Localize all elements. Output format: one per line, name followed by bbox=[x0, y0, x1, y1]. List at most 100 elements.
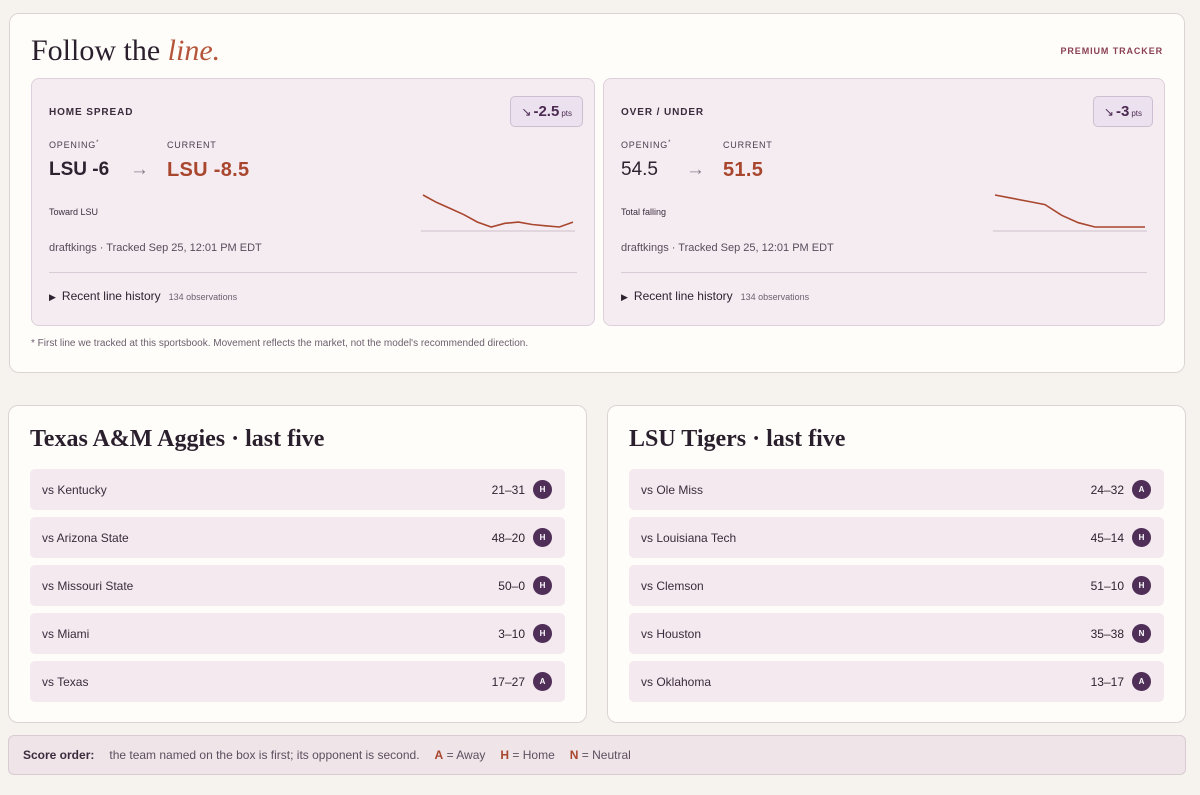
divider bbox=[621, 272, 1147, 273]
legend-neutral-key: N bbox=[569, 748, 579, 762]
game-list: vs Ole Miss 24–32 Avs Louisiana Tech 45–14 H… bbox=[629, 469, 1164, 709]
movement-badge: ↘ -2.5 pts bbox=[510, 96, 583, 127]
title-accent: line. bbox=[167, 34, 221, 67]
game-list: vs Kentucky 21–31 Hvs Arizona State 48–20 Hv… bbox=[30, 469, 565, 709]
game-score: 3–10 bbox=[498, 626, 525, 641]
history-label: Recent line history bbox=[633, 289, 733, 303]
game-row: vs Texas 17–27 A bbox=[30, 661, 565, 702]
arrow-right-icon: → bbox=[130, 159, 149, 180]
history-count: 134 observations bbox=[740, 292, 810, 302]
game-row: vs Clemson 51–10 H bbox=[629, 565, 1164, 606]
opponent-name: vs Miami bbox=[42, 626, 90, 641]
opponent-name: vs Arizona State bbox=[42, 530, 129, 545]
movement-unit: pts bbox=[561, 108, 572, 118]
location-badge: A bbox=[1132, 672, 1151, 691]
opponent-name: vs Oklahoma bbox=[641, 674, 712, 689]
team-last-five-card: LSU Tigers · last five vs Ole Miss 24–32 A… bbox=[607, 405, 1186, 723]
game-row: vs Miami 3–10 H bbox=[30, 613, 565, 654]
home-spread-panel: HOME SPREAD ↘ -2.5 pts OPENING* CURRENT … bbox=[31, 78, 595, 326]
movement-badge: ↘ -3 pts bbox=[1092, 96, 1153, 127]
opening-value: LSU -6 bbox=[49, 159, 110, 180]
movement-value: -3 bbox=[1115, 103, 1130, 120]
game-row: vs Missouri State 50–0 H bbox=[30, 565, 565, 606]
line-history-toggle[interactable]: ▶ Recent line history 134 observations bbox=[621, 289, 809, 303]
arrow-right-icon: → bbox=[686, 159, 705, 180]
location-badge: H bbox=[533, 480, 552, 499]
opening-label: OPENING* bbox=[49, 140, 100, 150]
game-row: vs Houston 35–38 N bbox=[629, 613, 1164, 654]
trend-down-icon: ↘ bbox=[1103, 104, 1114, 119]
opponent-name: vs Houston bbox=[641, 626, 702, 641]
opponent-name: vs Kentucky bbox=[42, 482, 107, 497]
premium-tracker-badge: PREMIUM TRACKER bbox=[1060, 46, 1163, 56]
opponent-name: vs Louisiana Tech bbox=[641, 530, 737, 545]
movement-value: -2.5 bbox=[533, 103, 560, 120]
tracked-info: draftkings · Tracked Sep 25, 12:01 PM ED… bbox=[49, 242, 262, 254]
game-score: 17–27 bbox=[491, 674, 525, 689]
line-history-toggle[interactable]: ▶ Recent line history 134 observations bbox=[49, 289, 237, 303]
current-value: LSU -8.5 bbox=[167, 159, 250, 181]
location-badge: A bbox=[1132, 480, 1151, 499]
opponent-name: vs Clemson bbox=[641, 578, 704, 593]
sparkline-series bbox=[422, 194, 574, 228]
game-score: 21–31 bbox=[491, 482, 525, 497]
team-title: Texas A&M Aggies · last five bbox=[30, 426, 325, 452]
current-label: CURRENT bbox=[723, 140, 773, 150]
game-score: 24–32 bbox=[1090, 482, 1124, 497]
disclosure-triangle-icon: ▶ bbox=[49, 292, 56, 302]
game-score: 45–14 bbox=[1090, 530, 1124, 545]
divider bbox=[49, 272, 577, 273]
current-label: CURRENT bbox=[167, 140, 217, 150]
opening-value: 54.5 bbox=[621, 159, 658, 180]
location-badge: N bbox=[1132, 624, 1151, 643]
current-value: 51.5 bbox=[723, 159, 764, 181]
location-badge: H bbox=[1132, 528, 1151, 547]
legend-text: the team named on the box is first; its … bbox=[109, 748, 420, 762]
over-under-panel: OVER / UNDER ↘ -3 pts OPENING* CURRENT 5… bbox=[603, 78, 1165, 326]
movement-unit: pts bbox=[1131, 108, 1142, 118]
line-tracker-card: Follow the line. PREMIUM TRACKER HOME SP… bbox=[9, 13, 1185, 373]
page-title: Follow the line. bbox=[31, 34, 220, 68]
game-score: 48–20 bbox=[491, 530, 525, 545]
team-last-five-card: Texas A&M Aggies · last five vs Kentucky… bbox=[8, 405, 587, 723]
game-row: vs Louisiana Tech 45–14 H bbox=[629, 517, 1164, 558]
location-badge: A bbox=[533, 672, 552, 691]
game-score: 51–10 bbox=[1090, 578, 1124, 593]
game-row: vs Ole Miss 24–32 A bbox=[629, 469, 1164, 510]
sparkline-series bbox=[994, 194, 1145, 228]
game-row: vs Oklahoma 13–17 A bbox=[629, 661, 1164, 702]
game-score: 50–0 bbox=[498, 578, 525, 593]
history-label: Recent line history bbox=[61, 289, 161, 303]
legend-home-key: H bbox=[500, 748, 510, 762]
sparkline-chart bbox=[993, 194, 1147, 232]
game-score: 35–38 bbox=[1090, 626, 1124, 641]
score-order-legend: Score order: the team named on the box i… bbox=[8, 735, 1186, 775]
location-badge: H bbox=[533, 528, 552, 547]
team-title: LSU Tigers · last five bbox=[629, 426, 846, 452]
tracked-info: draftkings · Tracked Sep 25, 12:01 PM ED… bbox=[621, 242, 834, 254]
disclosure-triangle-icon: ▶ bbox=[621, 292, 628, 302]
footnote: * First line we tracked at this sportsbo… bbox=[31, 338, 529, 349]
legend-away-text: = Away bbox=[446, 748, 486, 762]
opening-label: OPENING* bbox=[621, 140, 672, 150]
location-badge: H bbox=[533, 624, 552, 643]
legend-home-text: = Home bbox=[512, 748, 555, 762]
legend-label: Score order: bbox=[23, 748, 95, 762]
opponent-name: vs Missouri State bbox=[42, 578, 134, 593]
legend-neutral-text: = Neutral bbox=[581, 748, 631, 762]
game-score: 13–17 bbox=[1090, 674, 1124, 689]
panel-label: HOME SPREAD bbox=[49, 107, 134, 118]
history-count: 134 observations bbox=[168, 292, 238, 302]
panel-label: OVER / UNDER bbox=[621, 107, 705, 118]
title-main: Follow the bbox=[31, 34, 168, 67]
direction-text: Total falling bbox=[621, 207, 667, 217]
sparkline-chart bbox=[421, 194, 575, 232]
location-badge: H bbox=[533, 576, 552, 595]
opponent-name: vs Ole Miss bbox=[641, 482, 704, 497]
direction-text: Toward LSU bbox=[49, 207, 99, 217]
trend-down-icon: ↘ bbox=[521, 104, 532, 119]
game-row: vs Kentucky 21–31 H bbox=[30, 469, 565, 510]
game-row: vs Arizona State 48–20 H bbox=[30, 517, 565, 558]
opponent-name: vs Texas bbox=[42, 674, 89, 689]
location-badge: H bbox=[1132, 576, 1151, 595]
